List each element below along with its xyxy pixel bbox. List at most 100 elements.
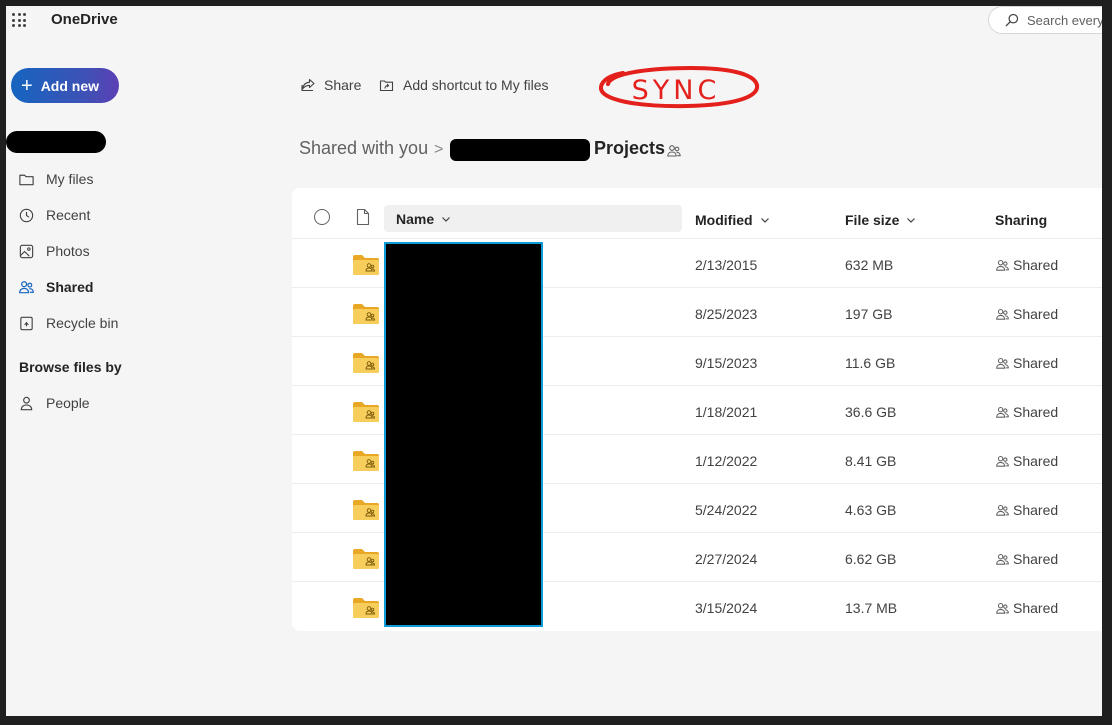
chevron-down-icon <box>442 216 451 222</box>
add-shortcut-button[interactable]: Add shortcut to My files <box>379 74 549 96</box>
image-icon <box>19 244 34 258</box>
file-size: 197 GB <box>845 306 893 322</box>
modified-date: 5/24/2022 <box>695 502 758 518</box>
add-shortcut-label: Add shortcut to My files <box>403 77 549 93</box>
column-header-name[interactable]: Name <box>384 205 682 232</box>
file-size: 8.41 GB <box>845 453 897 469</box>
sync-annotation-text: SYNC <box>632 75 721 106</box>
app-name[interactable]: OneDrive <box>51 11 118 28</box>
add-new-label: Add new <box>40 77 100 94</box>
people-icon <box>996 553 1009 565</box>
sidebar-item-photos[interactable]: Photos <box>18 239 90 263</box>
people-icon <box>996 357 1009 369</box>
sharing-label: Shared <box>1013 257 1059 273</box>
add-new-button[interactable]: + Add new <box>11 68 119 103</box>
column-header-modified[interactable]: Modified <box>695 212 770 228</box>
sharing-status[interactable]: Shared <box>995 551 1058 567</box>
modified-date: 9/15/2023 <box>695 355 758 371</box>
people-icon <box>996 602 1009 614</box>
shared-folder-icon <box>353 304 379 324</box>
list-header: Name Modified File size Sharing <box>292 188 1102 239</box>
sharing-label: Shared <box>1013 600 1059 616</box>
shared-folder-icon <box>353 353 379 373</box>
sidebar-item-my-files[interactable]: My files <box>18 167 93 191</box>
column-header-label: Name <box>396 210 435 227</box>
sidebar-item-recent[interactable]: Recent <box>18 203 90 227</box>
add-shortcut-icon <box>379 80 394 92</box>
search-box[interactable] <box>988 6 1102 34</box>
modified-date: 2/27/2024 <box>695 551 758 567</box>
chevron-down-icon <box>907 218 916 223</box>
redacted-file-names <box>384 242 543 627</box>
sidebar-item-shared[interactable]: Shared <box>18 275 93 299</box>
sharing-status[interactable]: Shared <box>995 453 1058 469</box>
recycle-bin-icon <box>20 316 33 330</box>
sharing-status[interactable]: Shared <box>995 257 1058 273</box>
sharing-label: Shared <box>1013 306 1059 322</box>
modified-date: 1/12/2022 <box>695 453 758 469</box>
column-header-label: File size <box>845 212 900 228</box>
file-size: 13.7 MB <box>845 600 898 616</box>
people-icon <box>996 308 1009 320</box>
sharing-status[interactable]: Shared <box>995 306 1058 322</box>
person-icon <box>20 396 33 410</box>
sidebar-item-label: Recycle bin <box>46 315 119 331</box>
modified-date: 1/18/2021 <box>695 404 758 420</box>
sharing-status[interactable]: Shared <box>995 355 1058 371</box>
plus-icon: + <box>21 74 33 97</box>
share-label: Share <box>324 77 362 93</box>
sharing-label: Shared <box>1013 453 1059 469</box>
modified-date: 2/13/2015 <box>695 257 758 273</box>
shared-folder-icon <box>353 549 379 569</box>
sidebar-item-recycle-bin[interactable]: Recycle bin <box>18 311 118 335</box>
sidebar-item-people[interactable]: People <box>18 391 90 415</box>
people-icon <box>996 406 1009 418</box>
share-button[interactable]: Share <box>300 74 361 96</box>
shared-folder-icon <box>353 598 379 618</box>
file-size: 36.6 GB <box>845 404 897 420</box>
share-icon <box>301 78 315 92</box>
breadcrumb-current-folder: Projects <box>594 138 666 158</box>
top-bar: OneDrive <box>6 6 1102 36</box>
sharing-label: Shared <box>1013 355 1059 371</box>
sharing-status[interactable]: Shared <box>995 502 1058 518</box>
sidebar-item-label: My files <box>46 171 94 187</box>
modified-date: 8/25/2023 <box>695 306 758 322</box>
people-icon <box>996 455 1009 467</box>
sharing-status[interactable]: Shared <box>995 404 1058 420</box>
people-icon <box>19 280 34 293</box>
app-launcher-icon[interactable] <box>12 13 26 27</box>
sharing-label: Shared <box>1013 502 1059 518</box>
shared-folder-icon <box>353 402 379 422</box>
sharing-label: Shared <box>1013 551 1059 567</box>
chevron-down-icon <box>760 218 769 223</box>
folder-icon <box>19 174 34 185</box>
file-size: 11.6 GB <box>845 355 896 371</box>
sync-annotation: SYNC <box>599 65 760 109</box>
redacted-breadcrumb-segment <box>450 139 590 161</box>
modified-date: 3/15/2024 <box>695 600 758 616</box>
file-size: 632 MB <box>845 257 894 273</box>
breadcrumb-separator: > <box>434 141 444 158</box>
search-icon <box>1005 13 1019 27</box>
breadcrumb-shared-with-you[interactable]: Shared with you <box>299 138 428 159</box>
onedrive-window: OneDrive + Add new My files Recent Photo… <box>6 6 1102 716</box>
sidebar-item-label: People <box>46 395 90 411</box>
shared-folder-icon <box>353 255 379 275</box>
file-size: 6.62 GB <box>845 551 897 567</box>
sidebar-item-label: Shared <box>46 279 94 295</box>
shared-folder-icon <box>353 451 379 471</box>
column-header-label: Modified <box>695 212 753 228</box>
sharing-status[interactable]: Shared <box>995 600 1058 616</box>
people-icon <box>996 504 1009 516</box>
select-all-checkbox[interactable] <box>314 209 330 225</box>
shared-people-icon[interactable] <box>666 143 682 159</box>
clock-icon <box>19 208 34 222</box>
sharing-label: Shared <box>1013 404 1059 420</box>
search-input[interactable] <box>1027 12 1102 28</box>
shared-folder-icon <box>353 500 379 520</box>
column-header-file-size[interactable]: File size <box>845 212 916 228</box>
file-type-icon <box>356 208 370 226</box>
sidebar-item-label: Recent <box>46 207 91 223</box>
column-header-sharing[interactable]: Sharing <box>995 212 1047 228</box>
